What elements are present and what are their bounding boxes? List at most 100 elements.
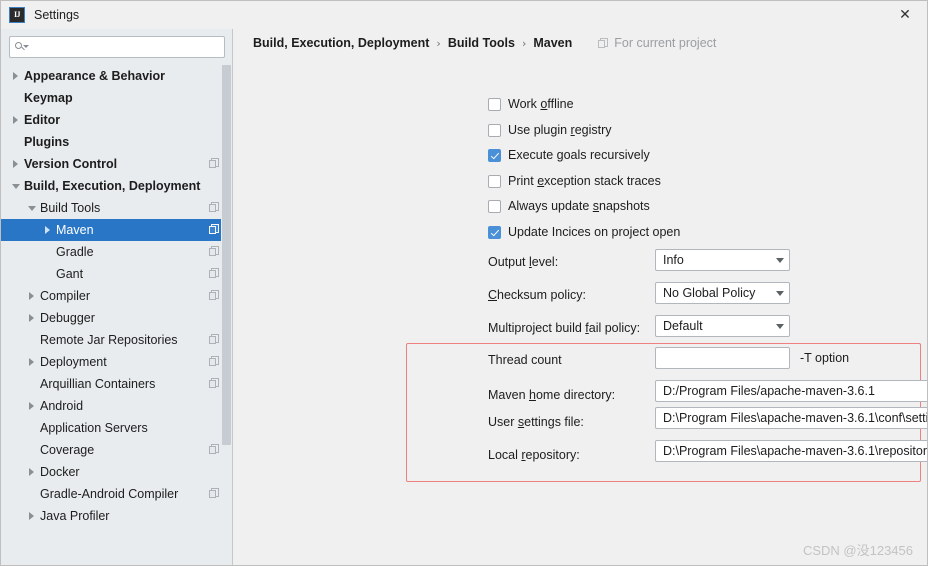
select-checksum-policy[interactable]: No Global Policy bbox=[655, 282, 790, 304]
checkbox-print-exception-stack-traces[interactable] bbox=[488, 174, 501, 188]
checkbox-row-use-plugin-registry[interactable]: Use plugin registry bbox=[488, 121, 612, 139]
thread-count-input[interactable] bbox=[655, 347, 790, 369]
sidebar-item-gradle[interactable]: Gradle bbox=[1, 241, 232, 263]
checkbox-label: Print exception stack traces bbox=[508, 174, 661, 188]
sidebar-item-build-execution-deployment[interactable]: Build, Execution, Deployment bbox=[1, 175, 232, 197]
checkbox-row-update-incices-on-project-open[interactable]: Update Incices on project open bbox=[488, 223, 680, 241]
sidebar-item-appearance-behavior[interactable]: Appearance & Behavior bbox=[1, 65, 232, 87]
sidebar-item-label: Deployment bbox=[40, 355, 107, 369]
chevron-right-icon[interactable] bbox=[13, 116, 18, 124]
checkbox-row-always-update-snapshots[interactable]: Always update snapshots bbox=[488, 197, 650, 215]
sidebar-item-android[interactable]: Android bbox=[1, 395, 232, 417]
breadcrumb-item-build-tools[interactable]: Build Tools bbox=[448, 36, 515, 50]
tree-toggle[interactable] bbox=[25, 356, 38, 369]
tree-toggle[interactable] bbox=[25, 466, 38, 479]
chevron-down-icon[interactable] bbox=[11, 183, 20, 189]
chevron-right-icon[interactable] bbox=[13, 72, 18, 80]
sidebar-item-gant[interactable]: Gant bbox=[1, 263, 232, 285]
chevron-down-icon[interactable] bbox=[771, 257, 789, 263]
select-multiproject-build-fail-policy[interactable]: Default bbox=[655, 315, 790, 337]
checkbox-label: Execute goals recursively bbox=[508, 148, 650, 162]
maven-home-combo[interactable]: D:/Program Files/apache-maven-3.6.1 bbox=[655, 380, 927, 402]
sidebar-item-editor[interactable]: Editor bbox=[1, 109, 232, 131]
tree-toggle-spacer bbox=[9, 136, 22, 149]
sidebar-item-label: Debugger bbox=[40, 311, 95, 325]
checkbox-use-plugin-registry[interactable] bbox=[488, 123, 501, 137]
checkbox-row-work-offline[interactable]: Work offline bbox=[488, 95, 574, 113]
settings-sidebar: Appearance & Behavior Keymap Editor Plugins… bbox=[1, 29, 233, 565]
chevron-right-icon[interactable] bbox=[45, 226, 50, 234]
window-title: Settings bbox=[34, 8, 80, 22]
checkbox-execute-goals-recursively[interactable] bbox=[488, 148, 501, 162]
tree-toggle[interactable] bbox=[9, 114, 22, 127]
sidebar-item-build-tools[interactable]: Build Tools bbox=[1, 197, 232, 219]
checkbox-update-incices-on-project-open[interactable] bbox=[488, 225, 501, 239]
sidebar-item-remote-jar-repositories[interactable]: Remote Jar Repositories bbox=[1, 329, 232, 351]
sidebar-item-gradle-android-compiler[interactable]: Gradle-Android Compiler bbox=[1, 483, 232, 505]
sidebar-item-application-servers[interactable]: Application Servers bbox=[1, 417, 232, 439]
chevron-right-icon[interactable] bbox=[29, 402, 34, 410]
tree-toggle[interactable] bbox=[25, 510, 38, 523]
sidebar-item-plugins[interactable]: Plugins bbox=[1, 131, 232, 153]
sidebar-item-version-control[interactable]: Version Control bbox=[1, 153, 232, 175]
chevron-right-icon[interactable] bbox=[29, 512, 34, 520]
tree-toggle[interactable] bbox=[9, 158, 22, 171]
tree-toggle-spacer bbox=[9, 92, 22, 105]
sidebar-item-deployment[interactable]: Deployment bbox=[1, 351, 232, 373]
sidebar-item-label: Docker bbox=[40, 465, 80, 479]
sidebar-item-keymap[interactable]: Keymap bbox=[1, 87, 232, 109]
sidebar-scrollbar-track[interactable] bbox=[221, 65, 232, 565]
tree-toggle[interactable] bbox=[9, 70, 22, 83]
tree-toggle-spacer bbox=[25, 444, 38, 457]
chevron-right-icon[interactable] bbox=[13, 160, 18, 168]
checkbox-always-update-snapshots[interactable] bbox=[488, 199, 501, 213]
checkbox-label: Always update snapshots bbox=[508, 199, 650, 213]
sidebar-item-coverage[interactable]: Coverage bbox=[1, 439, 232, 461]
tree-toggle[interactable] bbox=[25, 290, 38, 303]
sidebar-item-arquillian-containers[interactable]: Arquillian Containers bbox=[1, 373, 232, 395]
tree-toggle[interactable] bbox=[41, 224, 54, 237]
sidebar-item-docker[interactable]: Docker bbox=[1, 461, 232, 483]
copy-settings-icon bbox=[209, 290, 220, 301]
sidebar-scrollbar-thumb[interactable] bbox=[222, 65, 231, 445]
copy-settings-icon bbox=[209, 268, 220, 279]
watermark: CSDN @没123456 bbox=[802, 543, 913, 558]
chevron-right-icon[interactable] bbox=[29, 358, 34, 366]
search-input[interactable] bbox=[28, 38, 224, 56]
tree-toggle-spacer bbox=[25, 334, 38, 347]
sidebar-item-compiler[interactable]: Compiler bbox=[1, 285, 232, 307]
user-settings-input[interactable]: D:\Program Files\apache-maven-3.6.1\conf… bbox=[655, 407, 927, 429]
select-value: No Global Policy bbox=[663, 286, 756, 300]
tree-toggle[interactable] bbox=[25, 400, 38, 413]
sidebar-item-label: Gradle-Android Compiler bbox=[40, 487, 179, 501]
sidebar-item-java-profiler[interactable]: Java Profiler bbox=[1, 505, 232, 527]
checkbox-row-execute-goals-recursively[interactable]: Execute goals recursively bbox=[488, 146, 650, 164]
checkbox-row-print-exception-stack-traces[interactable]: Print exception stack traces bbox=[488, 172, 661, 190]
select-output-level[interactable]: Info bbox=[655, 249, 790, 271]
chevron-right-icon[interactable] bbox=[29, 468, 34, 476]
thread-count-label: Thread count bbox=[488, 353, 562, 367]
breadcrumb: Build, Execution, Deployment › Build Too… bbox=[253, 36, 716, 50]
maven-settings-panel: Build, Execution, Deployment › Build Too… bbox=[234, 29, 928, 565]
tree-toggle[interactable] bbox=[25, 312, 38, 325]
chevron-right-icon[interactable] bbox=[29, 314, 34, 322]
close-icon[interactable]: ✕ bbox=[883, 1, 927, 29]
copy-settings-icon bbox=[209, 158, 220, 169]
copy-settings-icon bbox=[209, 356, 220, 367]
tree-toggle[interactable] bbox=[25, 202, 38, 215]
local-repository-input[interactable]: D:\Program Files\apache-maven-3.6.1\repo… bbox=[655, 440, 928, 462]
local-repository-value: D:\Program Files\apache-maven-3.6.1\repo… bbox=[663, 444, 928, 458]
chevron-down-icon[interactable] bbox=[771, 290, 789, 296]
copy-settings-icon bbox=[209, 202, 220, 213]
checkbox-work-offline[interactable] bbox=[488, 97, 501, 111]
tree-toggle[interactable] bbox=[9, 180, 22, 193]
breadcrumb-item-build[interactable]: Build, Execution, Deployment bbox=[253, 36, 429, 50]
tree-toggle-spacer bbox=[25, 422, 38, 435]
search-box[interactable] bbox=[9, 36, 225, 58]
chevron-right-icon[interactable] bbox=[29, 292, 34, 300]
sidebar-item-maven[interactable]: Maven bbox=[1, 219, 232, 241]
chevron-down-icon[interactable] bbox=[27, 205, 36, 211]
sidebar-item-label: Application Servers bbox=[40, 421, 148, 435]
chevron-down-icon[interactable] bbox=[771, 323, 789, 329]
sidebar-item-debugger[interactable]: Debugger bbox=[1, 307, 232, 329]
